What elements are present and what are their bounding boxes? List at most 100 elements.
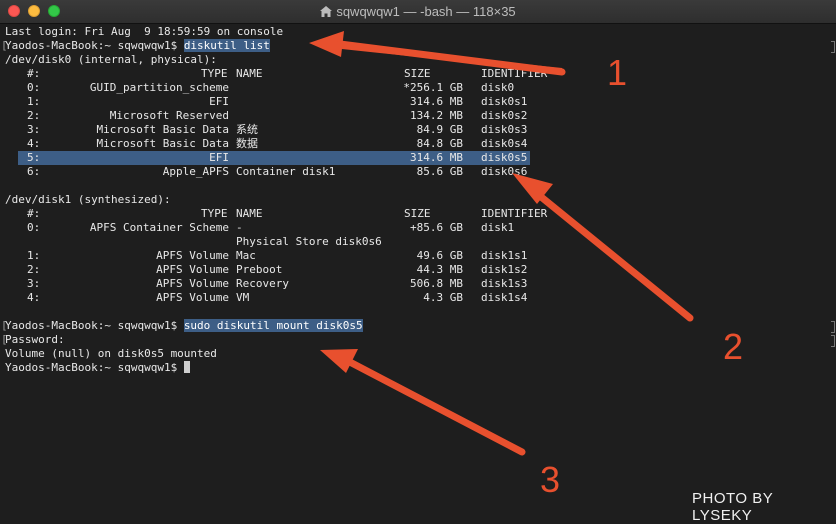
cell-num: 1: xyxy=(27,95,41,108)
prompt: Yaodos-MacBook:~ sqwqwqw1$ xyxy=(5,361,184,374)
cell-type: APFS Container Scheme xyxy=(89,221,229,234)
home-folder-icon xyxy=(320,6,333,17)
prompt: Yaodos-MacBook:~ sqwqwqw1$ xyxy=(5,319,184,332)
cell-name: - xyxy=(236,221,243,234)
cell-name: 数据 xyxy=(236,137,258,150)
cell-size: 85.6 GB xyxy=(416,165,463,178)
cell-num: 6: xyxy=(27,165,41,178)
table-row: 6: Apple_APFS Container disk1 85.6 GB disk0s… xyxy=(5,165,605,179)
command-highlight: diskutil list xyxy=(183,39,270,52)
cell-size: 44.3 MB xyxy=(416,263,463,276)
col-name: NAME xyxy=(236,207,263,220)
terminal-window: sqwqwqw1 — -bash — 118×35 Last login: Fr… xyxy=(0,0,836,524)
cell-size: 314.6 MB xyxy=(410,95,463,108)
cell-size: *256.1 GB xyxy=(403,81,463,94)
col-num: #: xyxy=(27,207,41,220)
cell-num: 1: xyxy=(27,249,41,262)
table-header-disk0: #: TYPE NAME SIZE IDENTIFIER xyxy=(5,67,605,81)
cell-num: 0: xyxy=(27,81,41,94)
col-identifier: IDENTIFIER xyxy=(481,207,548,220)
cell-num: 2: xyxy=(27,263,41,276)
cell-name: Mac xyxy=(236,249,256,262)
cell-size: 84.8 GB xyxy=(416,137,463,150)
table-row: 2: APFS Volume Preboot 44.3 MB disk1s2 xyxy=(5,263,605,277)
annotation-number-3: 3 xyxy=(540,459,561,500)
cell-size: 314.6 MB xyxy=(410,151,463,164)
prompt-line-2: Yaodos-MacBook:~ sqwqwqw1$ sudo diskutil… xyxy=(5,319,363,333)
col-name: NAME xyxy=(236,67,263,80)
cell-num: 4: xyxy=(27,291,41,304)
col-size: SIZE xyxy=(404,67,431,80)
cell-type: Microsoft Basic Data xyxy=(96,123,229,136)
last-login-line: Last login: Fri Aug 9 18:59:59 on consol… xyxy=(5,25,284,38)
cell-id: disk0s1 xyxy=(481,95,528,108)
table-row: 0: APFS Container Scheme - +85.6 GB disk1 xyxy=(5,221,605,235)
cell-num: 4: xyxy=(27,137,41,150)
table-row: 5: EFI 314.6 MB disk0s5 xyxy=(5,151,605,165)
cell-type: APFS Volume xyxy=(156,291,229,304)
text-cursor xyxy=(183,361,190,373)
cell-name: 系统 xyxy=(236,123,258,136)
cell-num: 5: xyxy=(27,151,41,164)
col-size: SIZE xyxy=(404,207,431,220)
cell-type: APFS Volume xyxy=(156,277,229,290)
cell-size: 506.8 MB xyxy=(410,277,463,290)
cell-id: disk1s1 xyxy=(481,249,528,262)
cell-type: Apple_APFS xyxy=(162,165,229,178)
cell-id: disk1s3 xyxy=(481,277,528,290)
cell-type: Microsoft Basic Data xyxy=(96,137,229,150)
cell-type: APFS Volume xyxy=(156,263,229,276)
table-row: Physical Store disk0s6 xyxy=(5,235,605,249)
terminal-output[interactable]: Last login: Fri Aug 9 18:59:59 on consol… xyxy=(0,23,836,519)
cell-id: disk1s2 xyxy=(481,263,528,276)
cell-name: Preboot xyxy=(236,263,283,276)
table-row: 1: APFS Volume Mac 49.6 GB disk1s1 xyxy=(5,249,605,263)
cell-type: Microsoft Reserved xyxy=(109,109,229,122)
cell-size: 84.9 GB xyxy=(416,123,463,136)
cell-id: disk0s4 xyxy=(481,137,528,150)
col-identifier: IDENTIFIER xyxy=(481,67,548,80)
mark-bracket-right xyxy=(831,335,835,347)
cell-id: disk0s3 xyxy=(481,123,528,136)
cell-id: disk0s6 xyxy=(481,165,528,178)
cell-size: +85.6 GB xyxy=(410,221,463,234)
cell-name: Physical Store disk0s6 xyxy=(236,235,382,248)
table-header-disk1: #: TYPE NAME SIZE IDENTIFIER xyxy=(5,207,605,221)
prompt-line-1: Yaodos-MacBook:~ sqwqwqw1$ diskutil list xyxy=(5,39,270,53)
cell-num: 3: xyxy=(27,123,41,136)
password-line: Password: xyxy=(5,333,65,346)
cell-type: APFS Volume xyxy=(156,249,229,262)
disk0-header: /dev/disk0 (internal, physical): xyxy=(5,53,217,66)
cell-id: disk0s2 xyxy=(481,109,528,122)
disk1-header: /dev/disk1 (synthesized): xyxy=(5,193,171,206)
cell-type: EFI xyxy=(209,151,229,164)
cell-size: 134.2 MB xyxy=(410,109,463,122)
col-type: TYPE xyxy=(201,67,228,80)
col-num: #: xyxy=(27,67,41,80)
window-title: sqwqwqw1 — -bash — 118×35 xyxy=(0,4,836,19)
window-title-text: sqwqwqw1 — -bash — 118×35 xyxy=(336,4,516,19)
prompt-line-3[interactable]: Yaodos-MacBook:~ sqwqwqw1$ xyxy=(5,361,190,375)
cell-type: EFI xyxy=(209,95,229,108)
prompt: Yaodos-MacBook:~ sqwqwqw1$ xyxy=(5,39,184,52)
cell-name: Recovery xyxy=(236,277,289,290)
cell-size: 4.3 GB xyxy=(423,291,463,304)
mark-bracket-right xyxy=(831,321,835,333)
table-row: 2: Microsoft Reserved 134.2 MB disk0s2 xyxy=(5,109,605,123)
table-row: 4: APFS Volume VM 4.3 GB disk1s4 xyxy=(5,291,605,305)
cell-num: 2: xyxy=(27,109,41,122)
cell-id: disk1s4 xyxy=(481,291,528,304)
table-row: 1: EFI 314.6 MB disk0s1 xyxy=(5,95,605,109)
annotation-number-1: 1 xyxy=(607,52,628,93)
cell-name: VM xyxy=(236,291,250,304)
mounted-line: Volume (null) on disk0s5 mounted xyxy=(5,347,217,360)
table-row: 3: Microsoft Basic Data 系统 84.9 GB disk0s3 xyxy=(5,123,605,137)
cell-size: 49.6 GB xyxy=(416,249,463,262)
cell-name: Container disk1 xyxy=(236,165,336,178)
title-bar[interactable]: sqwqwqw1 — -bash — 118×35 xyxy=(0,0,836,24)
table-row: 3: APFS Volume Recovery 506.8 MB disk1s3 xyxy=(5,277,605,291)
cell-id: disk0 xyxy=(481,81,515,94)
table-row: 0: GUID_partition_scheme *256.1 GB disk0 xyxy=(5,81,605,95)
cell-id: disk1 xyxy=(481,221,515,234)
cell-num: 0: xyxy=(27,221,41,234)
